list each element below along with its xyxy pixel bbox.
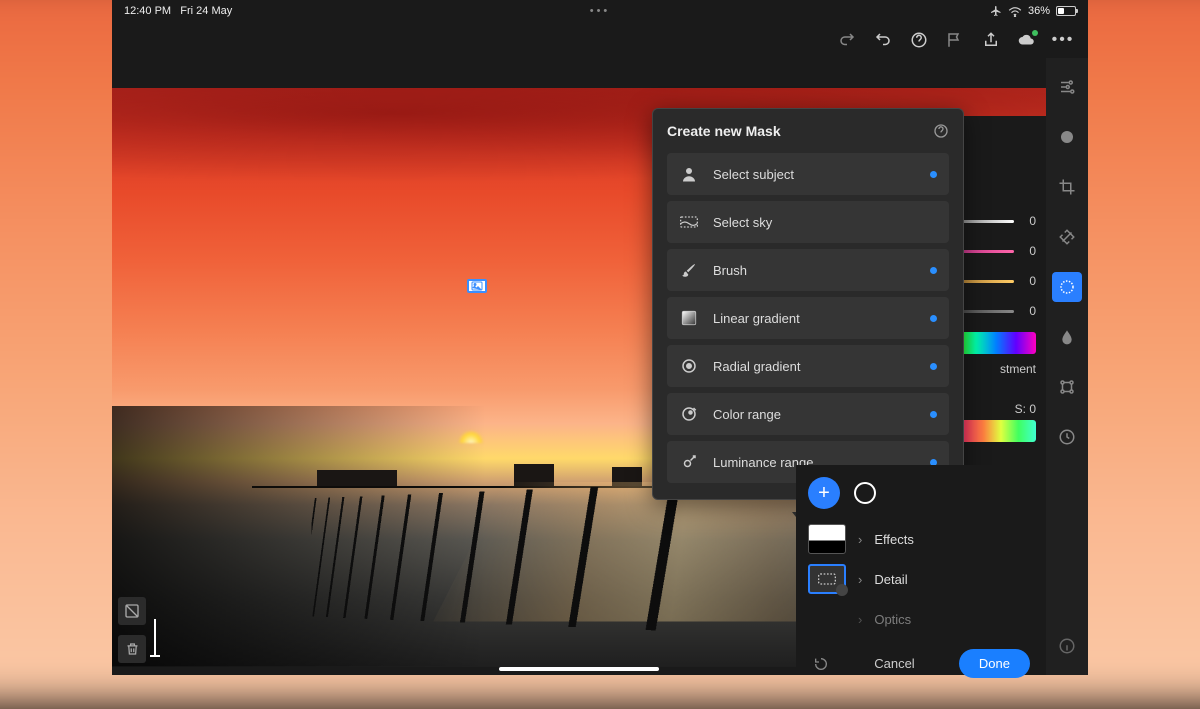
create-mask-popup: Create new Mask Select subject Select sky…	[652, 108, 964, 500]
mask-row-label: Optics	[874, 612, 911, 627]
wifi-icon	[1008, 6, 1022, 17]
color-range-icon	[679, 405, 699, 423]
info-icon[interactable]	[1052, 631, 1082, 661]
mask-row-label: Effects	[874, 532, 914, 547]
sky-icon	[679, 215, 699, 229]
mask-option-radial-gradient[interactable]: Radial gradient	[667, 345, 949, 387]
person-icon	[679, 165, 699, 183]
help-icon[interactable]	[910, 31, 928, 49]
masking-icon[interactable]	[1052, 272, 1082, 302]
share-icon[interactable]	[982, 31, 1000, 49]
indicator-dot	[930, 267, 937, 274]
chevron-right-icon: ›	[858, 532, 862, 547]
mask-option-label: Brush	[713, 263, 747, 278]
home-indicator[interactable]	[499, 667, 659, 671]
brush-icon	[679, 261, 699, 279]
cancel-button[interactable]: Cancel	[874, 656, 914, 671]
mask-option-select-subject[interactable]: Select subject	[667, 153, 949, 195]
indicator-dot	[930, 363, 937, 370]
status-time: 12:40 PM	[124, 5, 171, 17]
flag-icon[interactable]	[946, 31, 964, 49]
trash-icon[interactable]	[118, 635, 146, 663]
chevron-right-icon: ›	[858, 612, 862, 627]
color-icon[interactable]	[1052, 122, 1082, 152]
chevron-right-icon: ›	[858, 572, 862, 587]
top-toolbar: •••	[112, 22, 1088, 58]
indicator-dot	[930, 315, 937, 322]
workspace: 0 0 0 0 stment S: 0 Create new Mask	[112, 58, 1088, 675]
popup-help-icon[interactable]	[933, 123, 949, 139]
image-marker-icon[interactable]	[467, 279, 487, 293]
mask-thumbnail[interactable]	[808, 564, 846, 594]
mask-view-toggle[interactable]	[854, 482, 876, 504]
redo-icon[interactable]	[838, 31, 856, 49]
mask-option-label: Select sky	[713, 215, 772, 230]
mask-option-label: Linear gradient	[713, 311, 800, 326]
radial-gradient-icon	[679, 357, 699, 375]
cloud-sync-icon[interactable]	[1018, 31, 1036, 49]
crop-icon[interactable]	[1052, 172, 1082, 202]
luminance-range-icon	[679, 453, 699, 471]
app-window: 12:40 PM Fri 24 May ••• 36% •••	[112, 0, 1088, 675]
mask-option-linear-gradient[interactable]: Linear gradient	[667, 297, 949, 339]
blur-icon[interactable]	[1052, 322, 1082, 352]
add-mask-button[interactable]: +	[808, 477, 840, 509]
compare-icon[interactable]	[118, 597, 146, 625]
status-time-date: 12:40 PM Fri 24 May	[124, 5, 232, 17]
mask-option-brush[interactable]: Brush	[667, 249, 949, 291]
mask-option-label: Select subject	[713, 167, 794, 182]
undo-icon[interactable]	[874, 31, 892, 49]
mask-option-label: Color range	[713, 407, 781, 422]
airplane-mode-icon	[990, 5, 1002, 17]
linear-gradient-icon	[679, 309, 699, 327]
mask-option-select-sky[interactable]: Select sky	[667, 201, 949, 243]
more-options-icon[interactable]: •••	[1054, 31, 1072, 49]
versions-icon[interactable]	[1052, 422, 1082, 452]
status-bar: 12:40 PM Fri 24 May ••• 36%	[112, 0, 1088, 22]
mask-row[interactable]: › Detail	[808, 559, 1034, 599]
mask-option-label: Radial gradient	[713, 359, 800, 374]
reset-icon[interactable]	[812, 656, 830, 672]
status-date: Fri 24 May	[180, 5, 232, 17]
battery-icon	[1056, 6, 1076, 16]
mask-option-color-range[interactable]: Color range	[667, 393, 949, 435]
healing-icon[interactable]	[1052, 222, 1082, 252]
multitask-dots-icon[interactable]: •••	[590, 5, 611, 17]
mask-list-panel: + › Effects › Detail › Optics Cancel	[796, 465, 1046, 675]
presets-icon[interactable]	[1052, 372, 1082, 402]
tool-rail	[1046, 58, 1088, 675]
crop-handle-left[interactable]	[154, 619, 156, 657]
indicator-dot	[930, 171, 937, 178]
popup-title: Create new Mask	[667, 123, 781, 139]
indicator-dot	[930, 411, 937, 418]
adjust-icon[interactable]	[1052, 72, 1082, 102]
mask-thumbnail[interactable]	[808, 524, 846, 554]
done-button[interactable]: Done	[959, 649, 1030, 678]
mask-row[interactable]: › Optics	[808, 599, 1034, 639]
mask-row[interactable]: › Effects	[808, 519, 1034, 559]
mask-row-label: Detail	[874, 572, 907, 587]
battery-percentage: 36%	[1028, 5, 1050, 17]
